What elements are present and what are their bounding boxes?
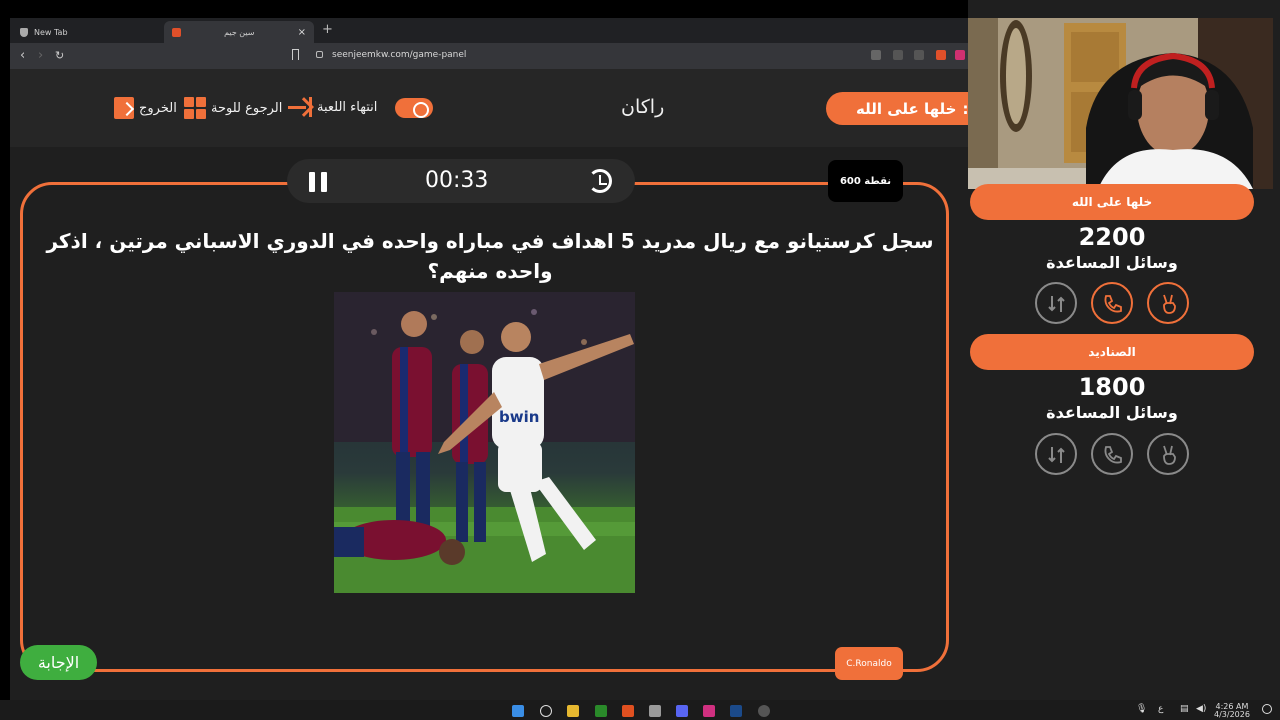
game-panel: الخروج الرجوع للوحة انتهاء اللعبة راكان … [10, 69, 976, 700]
call-friend-button[interactable] [1091, 282, 1133, 324]
screen: New Tab سين جيم × + ‹ › ↻ seenjeemkw.com… [0, 0, 1280, 720]
shield-icon [20, 27, 28, 37]
scoreboard-panel: خلها على الله 2200 وسائل المساعدة الصناد… [968, 0, 1280, 700]
network-icon[interactable]: ▤ [1180, 704, 1189, 714]
help-tools-label: وسائل المساعدة [1046, 253, 1178, 272]
forward-icon[interactable]: › [38, 48, 43, 63]
language-indicator[interactable]: ع [1158, 704, 1163, 714]
obs-icon[interactable] [758, 705, 770, 717]
tab-label: New Tab [34, 27, 68, 37]
file-explorer-icon[interactable] [567, 705, 579, 717]
question-image: bwin [334, 292, 635, 593]
pause-icon[interactable] [309, 172, 327, 192]
swap-icon [1048, 296, 1065, 312]
exit-button[interactable]: الخروج [114, 97, 177, 119]
team-score: 2200 [1078, 223, 1146, 251]
reset-timer-icon[interactable] [588, 169, 612, 193]
key-icon[interactable] [893, 50, 903, 60]
discord-icon[interactable] [676, 705, 688, 717]
arrow-right-icon [288, 97, 312, 117]
microphone-icon[interactable]: 🎙 [1136, 704, 1147, 714]
tab-label: سين جيم [224, 27, 255, 37]
webcam-overlay [968, 18, 1273, 189]
victory-hand-icon [1163, 445, 1176, 465]
call-friend-button[interactable] [1091, 433, 1133, 475]
answer-reveal-pill[interactable]: C.Ronaldo [835, 647, 903, 680]
browser-tab-strip: New Tab سين جيم × + [10, 18, 968, 43]
victory-hand-icon [1163, 294, 1176, 314]
windows-taskbar: 🎙 ع ▤ ◀) 4:26 AM 4/3/2026 [0, 700, 1280, 720]
jersey-sponsor-text: bwin [499, 408, 539, 426]
tray-clock[interactable]: 4:26 AM 4/3/2026 [1214, 703, 1250, 719]
football-photo: bwin [334, 292, 635, 593]
share-icon[interactable] [914, 50, 924, 60]
notifications-icon[interactable] [1262, 704, 1272, 714]
translate-icon[interactable] [871, 50, 881, 60]
end-game-label: انتهاء اللعبة [317, 99, 378, 115]
close-tab-icon[interactable]: × [298, 27, 306, 38]
exit-label: الخروج [139, 100, 177, 116]
victory-help-button[interactable] [1147, 282, 1189, 324]
exit-icon [114, 97, 134, 119]
back-to-board-button[interactable]: الرجوع للوحة [184, 97, 282, 119]
phone-icon [1104, 446, 1122, 464]
team-name-pill: الصناديد [970, 334, 1254, 370]
xbox-icon[interactable] [595, 705, 607, 717]
turn-team-label: خلها على الله [856, 99, 957, 118]
points-badge: 600 نقطة [828, 160, 903, 202]
volume-icon[interactable]: ◀) [1196, 704, 1206, 714]
sound-toggle[interactable] [395, 98, 433, 118]
swap-help-button[interactable] [1035, 282, 1077, 324]
end-game-button[interactable]: انتهاء اللعبة [288, 97, 377, 117]
new-tab-icon[interactable]: + [322, 22, 333, 37]
current-team-name: راكان [621, 96, 665, 118]
brave-browser-icon[interactable] [622, 705, 634, 717]
turn-indicator: خلها على الله : [826, 92, 976, 125]
phone-icon [1104, 295, 1122, 313]
game-topbar: الخروج الرجوع للوحة انتهاء اللعبة راكان … [10, 69, 976, 147]
windows-start-icon[interactable] [512, 705, 524, 717]
site-favicon-icon [172, 27, 181, 37]
rewards-icon[interactable] [955, 50, 965, 60]
timer-value: 00:33 [425, 168, 489, 193]
reload-icon[interactable]: ↻ [55, 49, 64, 62]
swap-help-button[interactable] [1035, 433, 1077, 475]
tab-seenjeem[interactable]: سين جيم × [164, 21, 314, 43]
timer-bar: 00:33 [287, 159, 635, 203]
back-to-board-label: الرجوع للوحة [211, 100, 283, 116]
grid-icon [184, 97, 206, 119]
tab-new-tab[interactable]: New Tab [10, 21, 160, 43]
browser-toolbar: ‹ › ↻ seenjeemkw.com/game-panel [10, 43, 968, 69]
answer-button[interactable]: الإجابة [20, 645, 97, 680]
store-icon[interactable] [649, 705, 661, 717]
swap-icon [1048, 447, 1065, 463]
brave-shield-icon[interactable] [936, 50, 946, 60]
team-score: 1800 [1078, 373, 1146, 401]
victory-help-button[interactable] [1147, 433, 1189, 475]
help-tools-label: وسائل المساعدة [1046, 403, 1178, 422]
instagram-icon[interactable] [703, 705, 715, 717]
search-icon[interactable] [540, 705, 552, 717]
clock-date: 4/3/2026 [1214, 710, 1250, 719]
url-field[interactable]: seenjeemkw.com/game-panel [332, 50, 466, 60]
team-name-pill: خلها على الله [970, 184, 1254, 220]
webcam-feed [968, 18, 1273, 189]
question-text: سجل كرستيانو مع ريال مدريد 5 اهداف في مب… [46, 229, 934, 283]
bookmark-icon[interactable] [292, 49, 299, 60]
back-icon[interactable]: ‹ [20, 48, 25, 63]
steam-icon[interactable] [730, 705, 742, 717]
site-info-icon[interactable] [316, 51, 323, 58]
